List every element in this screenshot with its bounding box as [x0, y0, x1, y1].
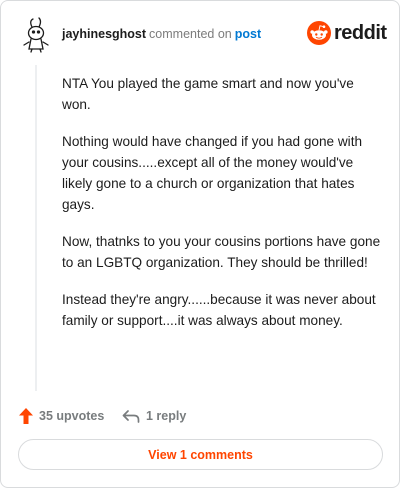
upvote-button[interactable]: 35 upvotes: [19, 406, 104, 426]
avatar[interactable]: [19, 15, 53, 53]
reddit-wordmark: reddit: [334, 22, 387, 44]
comment-paragraph: Now, thatnks to you your cousins portion…: [62, 234, 381, 270]
post-link[interactable]: post: [235, 27, 261, 41]
comment-paragraph: NTA You played the game smart and now yo…: [62, 76, 354, 112]
thread-line[interactable]: [35, 65, 37, 391]
comment-header: jayhinesghost commented on post reddit: [15, 15, 387, 55]
view-comments-button[interactable]: View 1 comments: [18, 439, 383, 470]
comment-paragraph: Instead they're angry......because it wa…: [62, 292, 376, 328]
upvote-count: 35 upvotes: [39, 409, 105, 423]
comment-meta: jayhinesghost commented on post: [62, 27, 261, 41]
action-text: commented on: [149, 27, 232, 41]
reply-button[interactable]: 1 reply: [122, 406, 186, 426]
reply-count: 1 reply: [146, 409, 187, 423]
comment-body: NTA You played the game smart and now yo…: [62, 73, 382, 347]
comment-actions: 35 upvotes 1 reply: [19, 404, 379, 428]
comment-paragraph: Nothing would have changed if you had go…: [62, 134, 363, 212]
upvote-arrow-icon: [19, 408, 33, 424]
username[interactable]: jayhinesghost: [62, 27, 146, 41]
reddit-logo-icon: [307, 21, 331, 45]
comment-card: jayhinesghost commented on post reddit NTA…: [0, 0, 400, 488]
reddit-brand[interactable]: reddit: [307, 19, 387, 49]
reply-arrow-icon: [122, 410, 140, 423]
